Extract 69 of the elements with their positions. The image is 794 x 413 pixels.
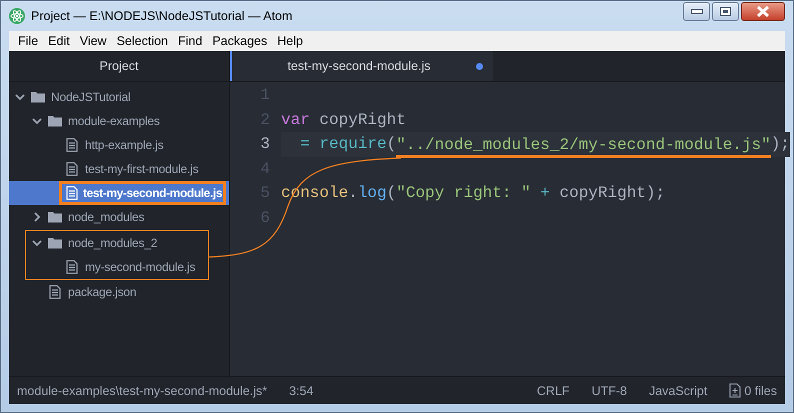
- code-token: =: [299, 135, 311, 154]
- folder-icon: [48, 210, 62, 224]
- tree-item[interactable]: node_modules: [9, 205, 229, 229]
- file-icon: [65, 138, 79, 152]
- panel-title: Project: [9, 51, 229, 82]
- maximize-icon: [720, 7, 731, 16]
- folder-icon: [48, 236, 62, 250]
- line-number: 3: [259, 135, 271, 154]
- window-title: Project — E:\NODEJS\NodeJSTutorial — Atom: [31, 9, 294, 23]
- encoding[interactable]: UTF-8: [592, 384, 627, 398]
- menu-item[interactable]: View: [74, 34, 112, 48]
- tree-item[interactable]: test-my-second-module.js: [9, 181, 229, 205]
- changed-files-count[interactable]: 0 files: [744, 384, 777, 398]
- code-token: log: [358, 184, 387, 202]
- tree-item-label: node_modules_2: [68, 236, 158, 250]
- tree-item[interactable]: package.json: [9, 280, 229, 304]
- grammar[interactable]: JavaScript: [648, 384, 708, 398]
- tree-item-label: NodeJSTutorial: [51, 90, 130, 104]
- tree-item-label: package.json: [68, 285, 136, 299]
- tree-item-label: node_modules: [68, 210, 144, 224]
- menu-item[interactable]: Find: [173, 34, 208, 48]
- tree-item-label: test-my-second-module.js: [83, 186, 222, 200]
- tree-item-label: module-examples: [68, 114, 160, 128]
- tree-item[interactable]: my-second-module.js: [9, 255, 208, 279]
- code-token: (: [386, 135, 396, 154]
- folder-icon: [48, 114, 62, 128]
- minimize-icon: [690, 9, 702, 14]
- folder-icon: [31, 90, 45, 104]
- tree-item-label: test-my-first-module.js: [85, 162, 198, 176]
- maximize-button[interactable]: [712, 2, 739, 21]
- file-icon: [65, 186, 79, 200]
- menu-item[interactable]: Help: [272, 34, 308, 48]
- diff-file-icon: [729, 383, 742, 398]
- minimize-button[interactable]: [683, 2, 710, 21]
- close-button[interactable]: [741, 2, 785, 21]
- code-token: (: [386, 184, 396, 202]
- cursor-position[interactable]: 3:54: [289, 384, 314, 398]
- code-token: require: [319, 135, 387, 154]
- atom-logo-icon: [9, 8, 25, 24]
- close-icon: [756, 6, 770, 17]
- file-icon: [65, 162, 79, 176]
- code-token: "Copy right: ": [396, 184, 531, 202]
- tree-item[interactable]: node_modules_2: [9, 231, 208, 255]
- code-token: var: [281, 110, 310, 129]
- tree-item-label: http-example.js: [85, 138, 164, 152]
- chevron-icon[interactable]: [32, 212, 42, 222]
- file-icon: [48, 285, 62, 299]
- file-path[interactable]: module-examples\test-my-second-module.js*: [17, 384, 268, 398]
- menu-item[interactable]: Selection: [112, 34, 174, 48]
- tree-item[interactable]: test-my-first-module.js: [9, 157, 229, 181]
- tree-item[interactable]: http-example.js: [9, 133, 229, 157]
- chevron-icon[interactable]: [15, 92, 25, 102]
- chevron-icon[interactable]: [32, 238, 42, 248]
- menu-item[interactable]: Packages: [207, 34, 272, 48]
- tree-item-label: my-second-module.js: [85, 260, 196, 274]
- menu-item[interactable]: Edit: [43, 34, 75, 48]
- code-token: +: [539, 184, 551, 202]
- code-token: );: [770, 135, 790, 154]
- chevron-icon[interactable]: [32, 116, 42, 126]
- code-token: .: [348, 184, 358, 202]
- editor-tab[interactable]: test-my-second-module.js: [230, 51, 493, 81]
- code-token: copyRight);: [559, 184, 666, 202]
- file-icon: [65, 260, 79, 274]
- line-ending[interactable]: CRLF: [536, 384, 570, 398]
- tree-item[interactable]: module-examples: [9, 109, 229, 133]
- tree-item[interactable]: NodeJSTutorial: [9, 85, 229, 109]
- menu-item[interactable]: File: [13, 34, 44, 48]
- code-token: copyRight: [318, 110, 406, 129]
- code-token: "../node_modules_2/my-second-module.js": [396, 136, 771, 158]
